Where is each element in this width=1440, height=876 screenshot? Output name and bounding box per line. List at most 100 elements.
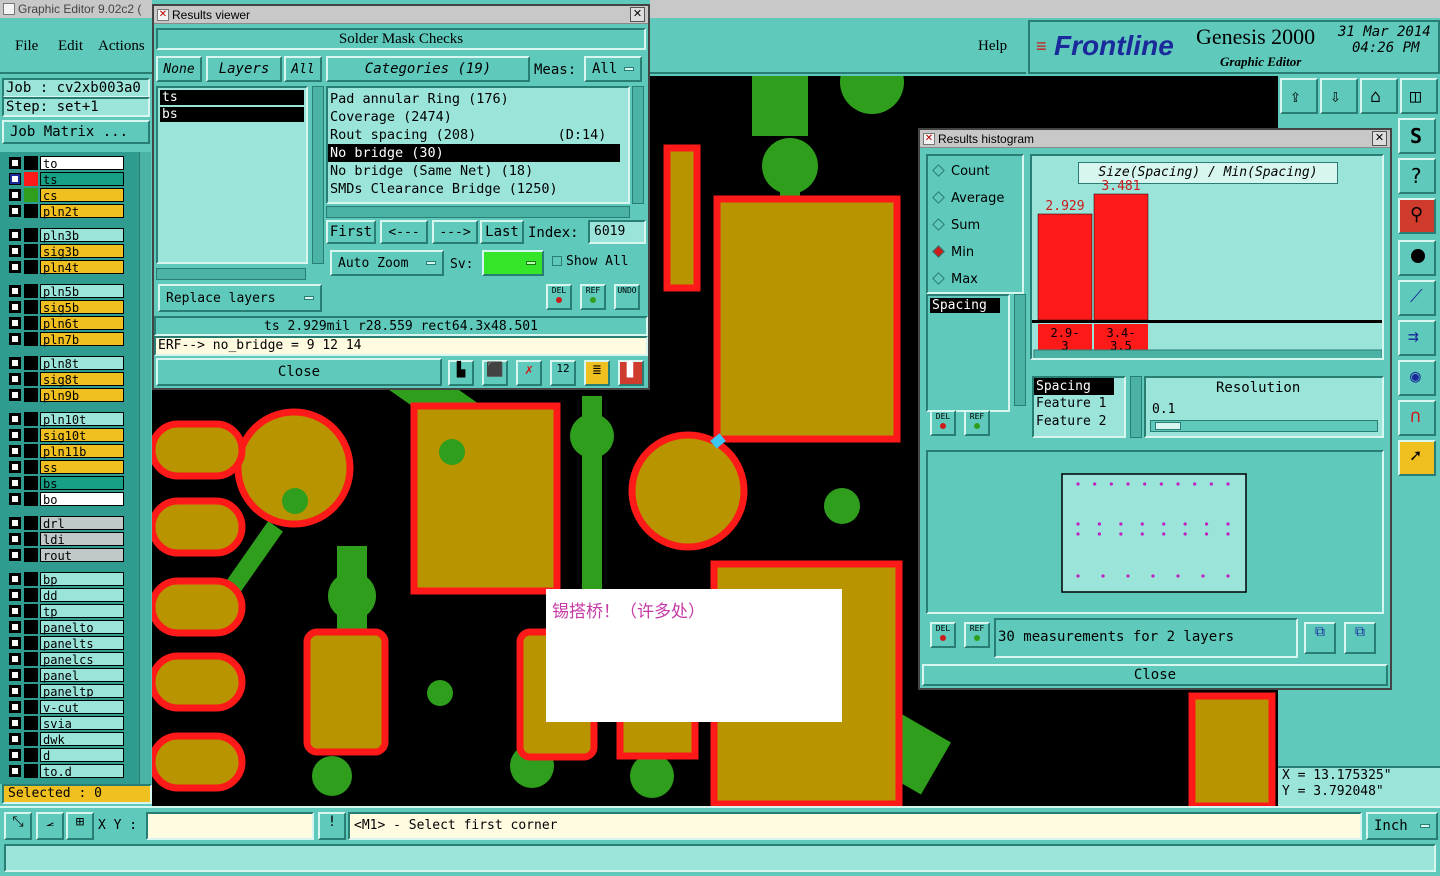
layer-swatch[interactable] [24, 748, 38, 762]
histogram-button[interactable]: ▊ [618, 360, 644, 386]
angle-button[interactable]: ⦟ [36, 812, 64, 840]
layer-label[interactable]: d [40, 748, 124, 763]
option-min[interactable]: Min [932, 245, 974, 260]
layer-swatch[interactable] [24, 492, 38, 506]
del-button[interactable]: DEL [546, 284, 572, 310]
measurement-marker[interactable] [1151, 574, 1155, 578]
all-button[interactable]: All [284, 56, 322, 82]
layer-label[interactable]: dd [40, 588, 124, 603]
measurement-marker[interactable] [1140, 532, 1144, 536]
tool-pad-button[interactable] [1398, 240, 1436, 276]
layer-checkbox[interactable] [9, 653, 21, 665]
layer-swatch[interactable] [24, 532, 38, 546]
measurement-marker[interactable] [1226, 574, 1230, 578]
job-matrix-button[interactable]: Job Matrix ... [2, 120, 150, 144]
layer-label[interactable]: bs [40, 476, 124, 491]
layer-swatch[interactable] [24, 188, 38, 202]
measurement-marker[interactable] [1201, 574, 1205, 578]
measurement-marker[interactable] [1093, 482, 1097, 486]
layer-checkbox[interactable] [9, 517, 21, 529]
layer-label[interactable]: bp [40, 572, 124, 587]
layer-row-bo[interactable]: bo [6, 492, 124, 507]
spacing-item[interactable]: Spacing [930, 298, 1000, 313]
layer-row-dd[interactable]: dd [6, 588, 124, 603]
layer-checkbox[interactable] [9, 701, 21, 713]
layer-label[interactable]: ts [40, 172, 124, 187]
undo-button[interactable]: UNDO [614, 284, 640, 310]
layer-label[interactable]: svia [40, 716, 124, 731]
layer-swatch[interactable] [24, 444, 38, 458]
layer-swatch[interactable] [24, 732, 38, 746]
layer-swatch[interactable] [24, 284, 38, 298]
measurement-marker[interactable] [1176, 482, 1180, 486]
layer-label[interactable]: to.d [40, 764, 124, 779]
layer-row-pln9b[interactable]: pln9b [6, 388, 124, 403]
category-item-selected[interactable]: No bridge (30) [328, 144, 620, 162]
category-vscroll[interactable] [632, 86, 644, 204]
unit-select[interactable]: Inch [1366, 812, 1438, 840]
layer-label[interactable]: sig8t [40, 372, 124, 387]
layer-swatch[interactable] [24, 356, 38, 370]
category-item[interactable]: SMDs Clearance Bridge (1250) [328, 180, 628, 198]
option-count[interactable]: Count [932, 164, 990, 179]
replace-layers-select[interactable]: Replace layers [158, 284, 322, 312]
layer-checkbox[interactable] [9, 333, 21, 345]
category-hscroll[interactable] [326, 206, 630, 218]
category-item[interactable]: Coverage (2474) [328, 108, 628, 126]
menu-help[interactable]: Help [978, 38, 1007, 55]
layer-label[interactable]: panelto [40, 620, 124, 635]
close-icon[interactable]: ✕ [630, 7, 645, 22]
layer-row-to.d[interactable]: to.d [6, 764, 124, 779]
tool-line-button[interactable]: ⟋ [1398, 280, 1436, 316]
layer-label[interactable]: paneltp [40, 684, 124, 699]
tool-arc-button[interactable]: ∩ [1398, 400, 1436, 436]
measurement-marker[interactable] [1226, 482, 1230, 486]
measurement-marker[interactable] [1076, 482, 1080, 486]
resolution-slider[interactable] [1150, 420, 1378, 432]
layer-label[interactable]: to [40, 156, 124, 171]
measure-button[interactable]: ⤡ [4, 812, 32, 840]
layer-label[interactable]: dwk [40, 732, 124, 747]
layer-label[interactable]: ss [40, 460, 124, 475]
layer-checkbox[interactable] [9, 205, 21, 217]
preview-ref-button[interactable]: REF [964, 622, 990, 648]
layer-row-tp[interactable]: tp [6, 604, 124, 619]
layer-row-bp[interactable]: bp [6, 572, 124, 587]
layer-list-vscroll[interactable] [312, 86, 324, 264]
preview-del-button[interactable]: DEL [930, 622, 956, 648]
layer-swatch[interactable] [24, 372, 38, 386]
layer-listbox[interactable]: ts bs [156, 86, 308, 264]
histogram-bar[interactable] [1037, 213, 1093, 321]
layer-checkbox[interactable] [9, 413, 21, 425]
layer-swatch[interactable] [24, 300, 38, 314]
layer-swatch[interactable] [24, 636, 38, 650]
layer-label[interactable]: sig10t [40, 428, 124, 443]
layer-label[interactable]: pln8t [40, 356, 124, 371]
prev-button[interactable]: <--- [380, 220, 428, 244]
layer-checkbox[interactable] [9, 549, 21, 561]
layer-swatch[interactable] [24, 516, 38, 530]
info-button[interactable]: ! [318, 812, 346, 840]
hist-ref-button[interactable]: REF [964, 410, 990, 436]
layer-row-pln2t[interactable]: pln2t [6, 204, 124, 219]
layer-label[interactable]: pln4t [40, 260, 124, 275]
measurement-marker[interactable] [1193, 482, 1197, 486]
layer-row-pln3b[interactable]: pln3b [6, 228, 124, 243]
layer-checkbox[interactable] [9, 765, 21, 777]
spacing-list[interactable]: Spacing [926, 294, 1010, 412]
tool-3-button[interactable]: ⌂ [1360, 78, 1398, 114]
tool-4-button[interactable]: ◫ [1400, 78, 1438, 114]
layer-row-dwk[interactable]: dwk [6, 732, 124, 747]
tool-help-button[interactable]: ? [1398, 158, 1436, 194]
layer-swatch[interactable] [24, 668, 38, 682]
meas-select[interactable]: All [584, 56, 642, 82]
layer-row-panelts[interactable]: panelts [6, 636, 124, 651]
measurement-marker[interactable] [1162, 522, 1166, 526]
layer-checkbox[interactable] [9, 429, 21, 441]
layer-row-pln7b[interactable]: pln7b [6, 332, 124, 347]
show-all-checkbox[interactable] [552, 256, 562, 266]
measurement-marker[interactable] [1183, 522, 1187, 526]
zoom-in-button[interactable]: ⧉ [1304, 622, 1336, 654]
layer-row-ss[interactable]: ss [6, 460, 124, 475]
layer-item-bs[interactable]: bs [160, 107, 304, 122]
